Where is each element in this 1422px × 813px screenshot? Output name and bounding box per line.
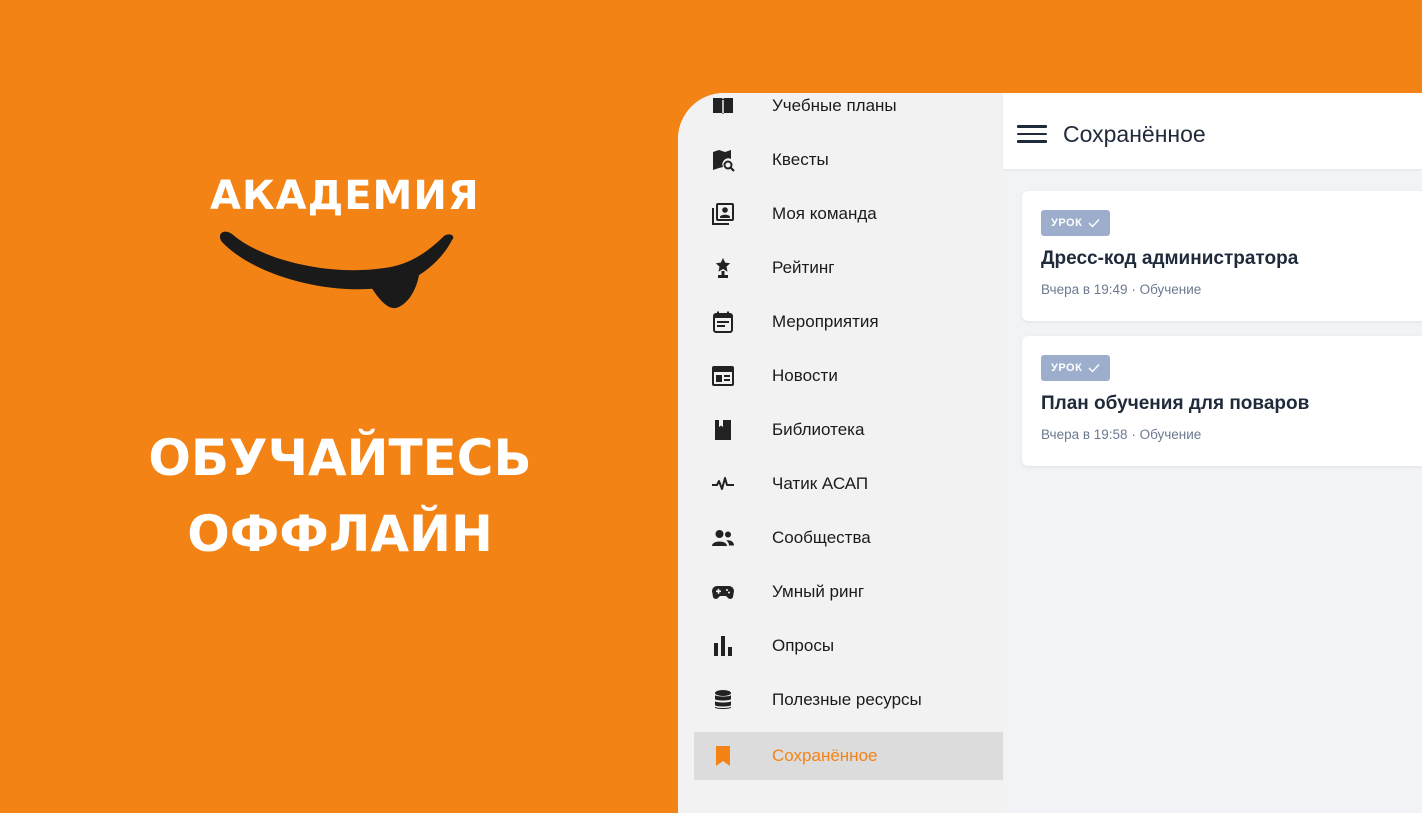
drawer-item-quests[interactable]: Квесты	[694, 136, 1003, 184]
bookmark-icon	[716, 746, 730, 766]
drawer-item-label: Моя команда	[772, 204, 877, 223]
drawer-item-label: Библиотека	[772, 420, 865, 439]
drawer-item-communities[interactable]: Сообщества	[694, 514, 1003, 562]
logo-text: АКАДЕМИЯ	[210, 173, 480, 219]
drawer-item-curriculum[interactable]: Учебные планы	[694, 93, 1003, 130]
headline-line-1: ОБУЧАЙТЕСЬ	[148, 429, 532, 487]
library-icon	[715, 420, 731, 440]
people-icon	[712, 530, 734, 546]
badge-label: УРОК	[1051, 362, 1083, 374]
news-icon	[712, 366, 734, 386]
drawer-item-news[interactable]: Новости	[694, 352, 1003, 400]
drawer-item-label: Сообщества	[772, 528, 871, 547]
database-icon	[715, 690, 731, 709]
promo-headline: ОБУЧАЙТЕСЬ ОФФЛАЙН	[120, 420, 560, 572]
map-search-icon	[713, 150, 735, 172]
drawer-item-my-team[interactable]: Моя команда	[694, 190, 1003, 238]
academy-logo: АКАДЕМИЯ	[210, 172, 480, 309]
saved-card[interactable]: УРОК Дресс-код администратора Вчера в 19…	[1022, 191, 1422, 321]
drawer-item-label: Учебные планы	[772, 96, 897, 115]
navigation-drawer: Учебные планы Квесты Моя команда Рейтинг…	[678, 93, 1003, 813]
card-meta: Вчера в 19:58 · Обучение	[1041, 427, 1202, 442]
team-icon	[712, 203, 734, 225]
drawer-item-saved[interactable]: Сохранённое	[694, 732, 1003, 780]
card-meta: Вчера в 19:49 · Обучение	[1041, 282, 1202, 297]
drawer-item-polls[interactable]: Опросы	[694, 622, 1003, 670]
gamepad-icon	[712, 586, 734, 599]
drawer-item-label: Чатик АСАП	[772, 474, 869, 493]
device-screen: Учебные планы Квесты Моя команда Рейтинг…	[678, 93, 1422, 813]
drawer-item-label: Новости	[772, 366, 838, 385]
book-icon	[713, 98, 733, 114]
card-title: План обучения для поваров	[1041, 393, 1310, 414]
saved-card[interactable]: УРОК План обучения для поваров Вчера в 1…	[1022, 336, 1422, 466]
main-content: Сохранённое УРОК Дресс-код администратор…	[1003, 93, 1422, 813]
page-title: Сохранённое	[1063, 121, 1206, 147]
bar-chart-icon	[714, 636, 732, 656]
menu-icon[interactable]	[1017, 125, 1047, 147]
drawer-item-smart-ring[interactable]: Умный ринг	[694, 568, 1003, 616]
badge-label: УРОК	[1051, 217, 1083, 229]
drawer-item-label: Рейтинг	[772, 258, 835, 277]
drawer-item-label: Мероприятия	[772, 312, 879, 331]
drawer-item-events[interactable]: Мероприятия	[694, 298, 1003, 346]
drawer-item-resources[interactable]: Полезные ресурсы	[694, 676, 1003, 724]
card-title: Дресс-код администратора	[1041, 248, 1299, 269]
drawer-item-label: Сохранённое	[772, 746, 878, 765]
drawer-item-library[interactable]: Библиотека	[694, 406, 1003, 454]
lesson-badge: УРОК	[1041, 210, 1111, 236]
drawer-item-label: Полезные ресурсы	[772, 690, 922, 709]
drawer-item-rating[interactable]: Рейтинг	[694, 244, 1003, 292]
app-bar: Сохранённое	[1003, 93, 1422, 169]
calendar-icon	[713, 311, 733, 333]
drawer-item-label: Квесты	[772, 150, 829, 169]
trophy-icon	[715, 258, 731, 278]
pulse-icon	[712, 477, 734, 490]
lesson-badge: УРОК	[1041, 355, 1111, 381]
drawer-item-chat[interactable]: Чатик АСАП	[694, 460, 1003, 508]
drawer-item-label: Опросы	[772, 636, 835, 655]
check-icon	[1088, 219, 1100, 228]
check-icon	[1088, 364, 1100, 373]
drawer-item-label: Умный ринг	[772, 582, 865, 601]
smile-logo-icon	[219, 231, 454, 309]
headline-line-2: ОФФЛАЙН	[187, 505, 493, 563]
